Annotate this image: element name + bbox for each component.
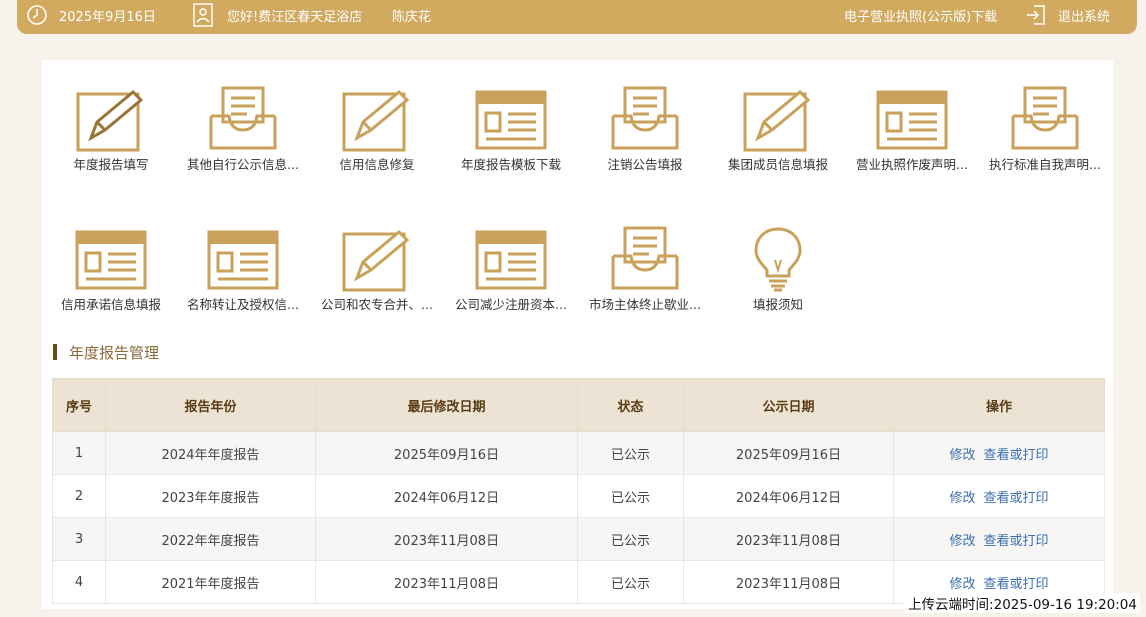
cell-status: 已公示 — [577, 431, 684, 475]
top-bar: 2025年9月16日 您好!费汪区春天足浴店 陈庆花 电子营业执照(公示版)下载… — [17, 0, 1137, 34]
window-form-icon — [876, 90, 948, 150]
cell-year: 2024年年度报告 — [105, 431, 316, 475]
cell-modified: 2023年11月08日 — [315, 517, 578, 561]
section-title: 年度报告管理 — [53, 342, 159, 362]
tile-label: 执行标准自我声明... — [989, 157, 1101, 172]
cell-actions: 修改 查看或打印 — [893, 517, 1105, 561]
cell-published: 2024年06月12日 — [683, 474, 894, 518]
cell-year: 2023年年度报告 — [105, 474, 316, 518]
current-date: 2025年9月16日 — [59, 9, 156, 25]
upload-timestamp: 上传云端时间:2025-09-16 19:20:04 — [905, 593, 1140, 613]
logout-icon[interactable] — [1025, 0, 1047, 30]
tile-credit-repair[interactable]: 信用信息修复 — [312, 86, 442, 186]
inbox-tray-icon — [209, 86, 277, 150]
tile-name-transfer[interactable]: 名称转让及授权信... — [178, 226, 308, 326]
cell-actions: 修改 查看或打印 — [893, 431, 1105, 475]
tile-label: 信用承诺信息填报 — [60, 297, 161, 312]
tile-label: 市场主体终止歇业... — [589, 297, 701, 312]
view-print-link[interactable]: 查看或打印 — [984, 577, 1049, 592]
tile-label: 其他自行公示信息... — [187, 157, 299, 172]
window-form-icon — [475, 90, 547, 150]
column-header-modified: 最后修改日期 — [315, 378, 578, 432]
user-name: 陈庆花 — [392, 9, 432, 25]
view-print-link[interactable]: 查看或打印 — [984, 491, 1049, 506]
edit-link[interactable]: 修改 — [949, 448, 975, 463]
view-print-link[interactable]: 查看或打印 — [984, 534, 1049, 549]
inbox-tray-icon — [611, 226, 679, 290]
tile-credit-commitment[interactable]: 信用承诺信息填报 — [46, 226, 176, 326]
table-row: 3 2022年年度报告 2023年11月08日 已公示 2023年11月08日 … — [52, 517, 1105, 561]
tile-group-member-info[interactable]: 集团成员信息填报 — [713, 86, 843, 186]
cell-year: 2021年年度报告 — [105, 560, 316, 604]
cell-modified: 2024年06月12日 — [315, 474, 578, 518]
tile-filing-instructions[interactable]: 填报须知 — [713, 226, 843, 326]
cell-published: 2023年11月08日 — [683, 560, 894, 604]
column-header-status: 状态 — [577, 378, 684, 432]
window-form-icon — [75, 230, 147, 290]
section-title-text: 年度报告管理 — [69, 343, 160, 362]
tile-label: 年度报告模板下载 — [460, 157, 561, 172]
user-icon — [193, 0, 213, 30]
table-row: 2 2023年年度报告 2024年06月12日 已公示 2024年06月12日 … — [52, 474, 1105, 518]
edit-link[interactable]: 修改 — [949, 577, 975, 592]
edit-link[interactable]: 修改 — [949, 534, 975, 549]
cell-published: 2023年11月08日 — [683, 517, 894, 561]
tile-label: 注销公告填报 — [607, 157, 683, 172]
tile-other-public-info[interactable]: 其他自行公示信息... — [178, 86, 308, 186]
tile-label: 营业执照作废声明... — [856, 157, 968, 172]
cell-actions: 修改 查看或打印 — [893, 474, 1105, 518]
tile-label: 公司和农专合并、... — [321, 297, 433, 312]
cell-published: 2025年09月16日 — [683, 431, 894, 475]
tile-capital-reduction[interactable]: 公司减少注册资本... — [446, 226, 576, 326]
column-header-no: 序号 — [52, 378, 106, 432]
tile-label: 年度报告填写 — [73, 157, 149, 172]
view-print-link[interactable]: 查看或打印 — [984, 448, 1049, 463]
section-title-marker — [53, 344, 57, 360]
column-header-year: 报告年份 — [105, 378, 316, 432]
tile-company-merger[interactable]: 公司和农专合并、... — [312, 226, 442, 326]
tile-label: 信用信息修复 — [339, 157, 415, 172]
clock-icon — [26, 0, 48, 30]
tile-cancellation-notice[interactable]: 注销公告填报 — [580, 86, 710, 186]
pencil-form-icon — [743, 89, 811, 152]
tile-standard-self-declaration[interactable]: 执行标准自我声明... — [980, 86, 1110, 186]
cell-no: 2 — [52, 474, 106, 518]
tile-license-void-statement[interactable]: 营业执照作废声明... — [847, 86, 977, 186]
cell-no: 1 — [52, 431, 106, 475]
table-row: 1 2024年年度报告 2025年09月16日 已公示 2025年09月16日 … — [52, 431, 1105, 475]
tile-business-suspension[interactable]: 市场主体终止歇业... — [580, 226, 710, 326]
tile-label: 填报须知 — [752, 297, 803, 312]
tile-annual-report-fill[interactable]: 年度报告填写 — [46, 86, 176, 186]
window-form-icon — [475, 230, 547, 290]
tile-label: 公司减少注册资本... — [455, 297, 567, 312]
license-download-link[interactable]: 电子营业执照(公示版)下载 — [844, 0, 997, 30]
lightbulb-icon — [754, 227, 802, 292]
inbox-tray-icon — [1011, 86, 1079, 150]
tile-label: 名称转让及授权信... — [187, 297, 299, 312]
cell-year: 2022年年度报告 — [105, 517, 316, 561]
edit-link[interactable]: 修改 — [949, 491, 975, 506]
cell-modified: 2023年11月08日 — [315, 560, 578, 604]
cell-status: 已公示 — [577, 517, 684, 561]
tile-template-download[interactable]: 年度报告模板下载 — [446, 86, 576, 186]
cell-no: 4 — [52, 560, 106, 604]
table-header-row: 序号 报告年份 最后修改日期 状态 公示日期 操作 — [52, 378, 1105, 432]
pencil-form-icon — [76, 89, 144, 152]
cell-modified: 2025年09月16日 — [315, 431, 578, 475]
cell-status: 已公示 — [577, 474, 684, 518]
tile-label: 集团成员信息填报 — [727, 157, 828, 172]
cell-status: 已公示 — [577, 560, 684, 604]
annual-report-table: 序号 报告年份 最后修改日期 状态 公示日期 操作 1 2024年年度报告 20… — [52, 378, 1105, 604]
pencil-form-icon — [342, 89, 410, 152]
greeting-text: 您好!费汪区春天足浴店 — [227, 9, 363, 25]
window-form-icon — [207, 230, 279, 290]
pencil-form-icon — [342, 229, 410, 292]
inbox-tray-icon — [611, 86, 679, 150]
column-header-published: 公示日期 — [683, 378, 894, 432]
column-header-actions: 操作 — [893, 378, 1105, 432]
cell-no: 3 — [52, 517, 106, 561]
logout-link[interactable]: 退出系统 — [1058, 0, 1110, 30]
